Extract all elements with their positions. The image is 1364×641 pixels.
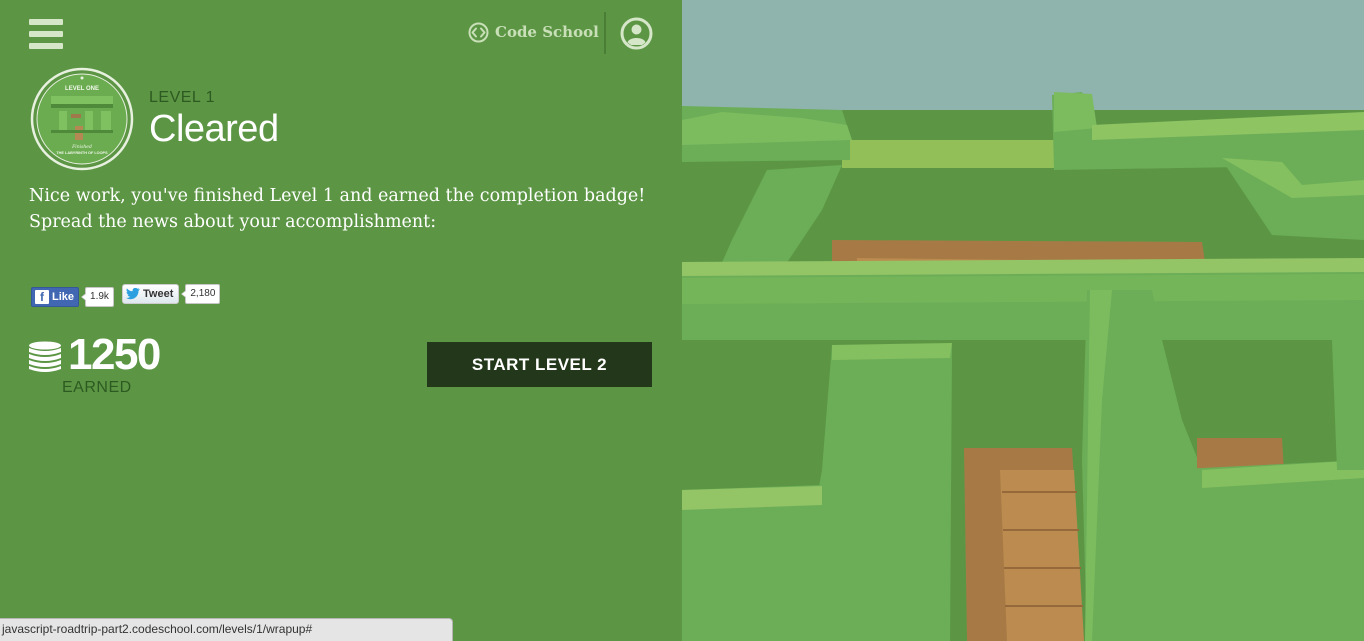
- tweet-button[interactable]: Tweet: [122, 284, 180, 304]
- tweet-count: 2,180: [181, 284, 221, 304]
- browser-status-bar-url: javascript-roadtrip-part2.codeschool.com…: [0, 618, 453, 641]
- facebook-icon: f: [35, 290, 49, 304]
- code-brackets-icon: [468, 22, 489, 42]
- hedge-maze-illustration: [682, 0, 1364, 641]
- level-status-title: Cleared: [149, 108, 279, 150]
- hamburger-menu-icon[interactable]: [29, 19, 63, 49]
- twitter-bird-icon: [126, 288, 140, 300]
- badge-script: Finished: [71, 144, 92, 150]
- badge-subtitle: THE LABYRINTH OF LOOPS: [56, 151, 108, 155]
- tweet-label: Tweet: [143, 288, 174, 300]
- facebook-like-button[interactable]: f Like: [31, 287, 80, 307]
- level-one-badge: LEVEL ONE Finished THE LABYRINTH OF LOOP…: [30, 67, 134, 171]
- completion-message-line-1: Nice work, you've finished Level 1 and e…: [29, 186, 646, 206]
- twitter-tweet-widget[interactable]: Tweet 2,180: [122, 284, 221, 304]
- badge-title: LEVEL ONE: [65, 86, 99, 92]
- facebook-like-widget[interactable]: f Like 1.9k: [31, 287, 114, 307]
- wrapup-panel: Code School LEVEL ONE Finished THE LABYR…: [0, 0, 682, 641]
- user-avatar-icon[interactable]: [620, 17, 653, 50]
- points-earned-label: EARNED: [62, 379, 132, 396]
- maze-illustration: [682, 0, 1364, 641]
- start-level-2-button[interactable]: START LEVEL 2: [427, 342, 652, 387]
- completion-message-line-2: Spread the news about your accomplishmen…: [29, 212, 437, 232]
- brand-name: Code School: [495, 23, 599, 41]
- header-divider: [604, 12, 606, 54]
- level-label: LEVEL 1: [149, 89, 216, 106]
- code-school-logo-link[interactable]: Code School: [468, 20, 599, 44]
- facebook-like-label: Like: [52, 291, 75, 303]
- coin-stack-icon: [29, 341, 61, 372]
- completion-message: Nice work, you've finished Level 1 and e…: [29, 183, 659, 235]
- facebook-like-count: 1.9k: [81, 287, 114, 307]
- points-earned-value: 1250: [68, 330, 161, 379]
